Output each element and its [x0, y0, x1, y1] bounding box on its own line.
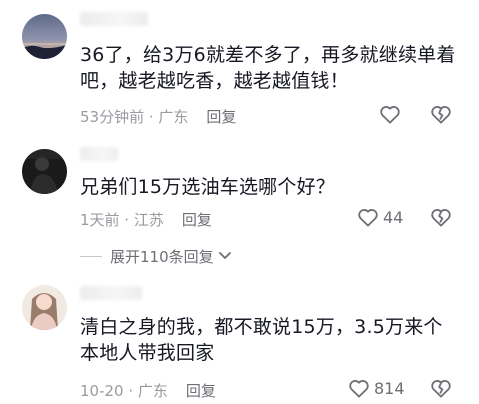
username-blurred[interactable] — [80, 286, 142, 300]
comment-item: 36了，给3万6就差不多了，再多就继续单着吧，越老越吃香，越老越值钱！ 53分钟… — [0, 0, 479, 140]
like-count: 814 — [374, 378, 405, 398]
reply-button[interactable]: 回复 — [182, 211, 212, 229]
comment-time-location: 53分钟前 · 广东 — [80, 108, 189, 126]
username-blurred[interactable] — [80, 147, 118, 161]
reply-button[interactable]: 回复 — [186, 382, 216, 400]
reply-button[interactable]: 回复 — [206, 108, 236, 126]
comment-meta: 53分钟前 · 广东 回复 — [80, 106, 236, 127]
dislike-button[interactable] — [430, 104, 452, 124]
broken-heart-icon — [431, 209, 451, 227]
dislike-button[interactable] — [430, 378, 452, 398]
comment-meta: 1天前 · 江苏 回复 — [80, 209, 212, 230]
avatar[interactable] — [22, 14, 67, 59]
username-blurred[interactable] — [80, 12, 148, 26]
dislike-button[interactable] — [430, 207, 452, 227]
expand-replies-label: 展开110条回复 — [110, 247, 214, 266]
like-button[interactable]: 44 — [357, 207, 403, 227]
comment-time-location: 10-20 · 广东 — [80, 382, 168, 400]
comment-text: 兄弟们15万选油车选哪个好？ — [80, 176, 335, 198]
comment-meta: 10-20 · 广东 回复 — [80, 380, 216, 401]
heart-outline-icon — [358, 209, 378, 227]
comment-text: 清白之身的我，都不敢说15万，3.5万来个本地人带我回家 — [80, 316, 443, 364]
comment-text: 36了，给3万6就差不多了，再多就继续单着吧，越老越吃香，越老越值钱！ — [80, 44, 456, 92]
broken-heart-icon — [431, 380, 451, 398]
broken-heart-icon — [431, 106, 451, 124]
expand-replies-button[interactable]: 展开110条回复 — [80, 246, 450, 266]
like-count: 44 — [383, 207, 404, 227]
comment-time-location: 1天前 · 江苏 — [80, 211, 164, 229]
expand-divider — [80, 255, 102, 257]
heart-outline-icon — [349, 380, 369, 398]
avatar[interactable] — [22, 285, 67, 330]
comment-item: 清白之身的我，都不敢说15万，3.5万来个本地人带我回家 10-20 · 广东回… — [0, 280, 479, 404]
chevron-down-icon — [218, 252, 231, 259]
heart-outline-icon — [380, 106, 400, 124]
like-button[interactable]: 814 — [348, 378, 405, 398]
avatar[interactable] — [22, 149, 67, 194]
like-button[interactable] — [379, 104, 405, 124]
